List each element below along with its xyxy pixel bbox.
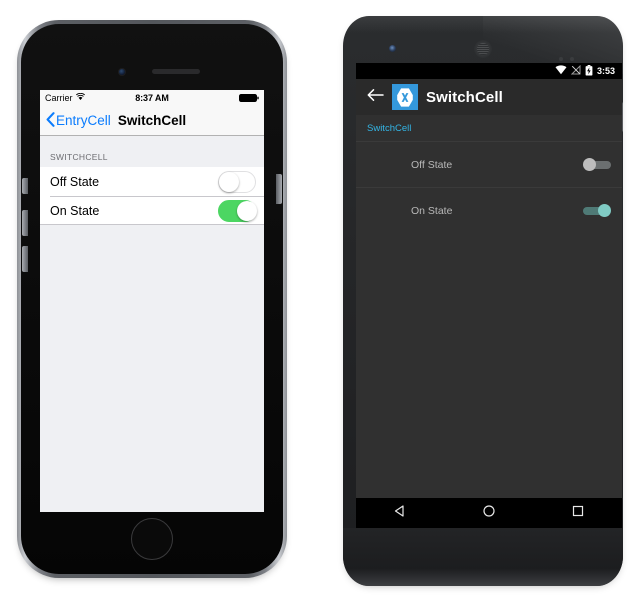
ios-back-button[interactable]: EntryCell	[46, 111, 111, 130]
ios-nav-bar: EntryCell SwitchCell	[40, 106, 264, 136]
android-content-filler	[356, 233, 622, 498]
square-recents-icon[interactable]	[571, 504, 585, 523]
switch-thumb	[598, 204, 611, 217]
ios-switch-on-state[interactable]	[218, 199, 257, 222]
android-status-bar: 3:53	[356, 63, 622, 79]
switch-knob	[219, 171, 239, 192]
ios-switch-off-state[interactable]	[218, 170, 256, 193]
android-screen: 3:53 SwitchCell SwitchCell Off State On …	[356, 63, 622, 528]
iphone-power-button[interactable]	[276, 174, 282, 204]
android-bottom-chin	[343, 528, 623, 586]
ios-row-label: Off State	[50, 174, 100, 189]
earpiece-speaker	[474, 40, 492, 58]
ios-back-label: EntryCell	[56, 113, 111, 128]
iphone-silent-switch[interactable]	[22, 178, 28, 194]
iphone-volume-up-button[interactable]	[22, 210, 28, 236]
no-signal-icon	[570, 64, 581, 77]
proximity-sensors	[559, 48, 583, 61]
front-camera-icon	[389, 45, 396, 52]
android-body: 3:53 SwitchCell SwitchCell Off State On …	[343, 16, 623, 586]
ios-section-header: SWITCHCELL	[50, 152, 108, 162]
iphone-home-button[interactable]	[131, 518, 173, 560]
battery-charging-icon	[585, 64, 593, 78]
earpiece-speaker	[152, 69, 200, 74]
battery-full-icon	[239, 94, 259, 102]
switch-thumb	[583, 158, 596, 171]
ios-clock: 8:37 AM	[135, 93, 169, 103]
switch-knob	[237, 200, 257, 221]
android-clock: 3:53	[596, 66, 615, 76]
ios-row-label: On State	[50, 203, 100, 218]
front-camera-icon	[118, 68, 126, 76]
circle-home-icon[interactable]	[482, 504, 496, 523]
ios-row-off-state[interactable]: Off State	[40, 167, 264, 196]
wifi-icon	[555, 65, 567, 77]
android-app-bar: SwitchCell	[356, 79, 622, 115]
ios-status-bar: Carrier 8:37 AM	[40, 90, 264, 106]
android-row-on-state[interactable]: On State	[356, 187, 622, 233]
arrow-left-icon[interactable]	[367, 88, 384, 107]
android-device: 3:53 SwitchCell SwitchCell Off State On …	[337, 12, 629, 590]
android-switch-on-state[interactable]	[583, 204, 611, 217]
ios-table-view: SWITCHCELL Off State On State	[40, 136, 264, 512]
iphone-device: Carrier 8:37 AM EntryCell SwitchCell SWI…	[12, 14, 292, 580]
iphone-screen: Carrier 8:37 AM EntryCell SwitchCell SWI…	[40, 90, 264, 512]
android-nav-bar	[356, 498, 622, 528]
android-section-header: SwitchCell	[356, 115, 622, 141]
iphone-volume-down-button[interactable]	[22, 246, 28, 272]
android-row-off-state[interactable]: Off State	[356, 141, 622, 187]
android-row-label: Off State	[411, 158, 453, 171]
triangle-back-icon[interactable]	[393, 504, 407, 523]
android-row-label: On State	[411, 204, 453, 217]
iphone-body: Carrier 8:37 AM EntryCell SwitchCell SWI…	[21, 24, 283, 574]
xamarin-logo-icon	[392, 84, 418, 110]
comparison-screenshot: Carrier 8:37 AM EntryCell SwitchCell SWI…	[0, 0, 639, 600]
chevron-left-icon	[46, 111, 55, 130]
ios-row-on-state[interactable]: On State	[40, 196, 264, 225]
page-title: SwitchCell	[426, 88, 503, 106]
android-switch-off-state[interactable]	[583, 158, 611, 171]
